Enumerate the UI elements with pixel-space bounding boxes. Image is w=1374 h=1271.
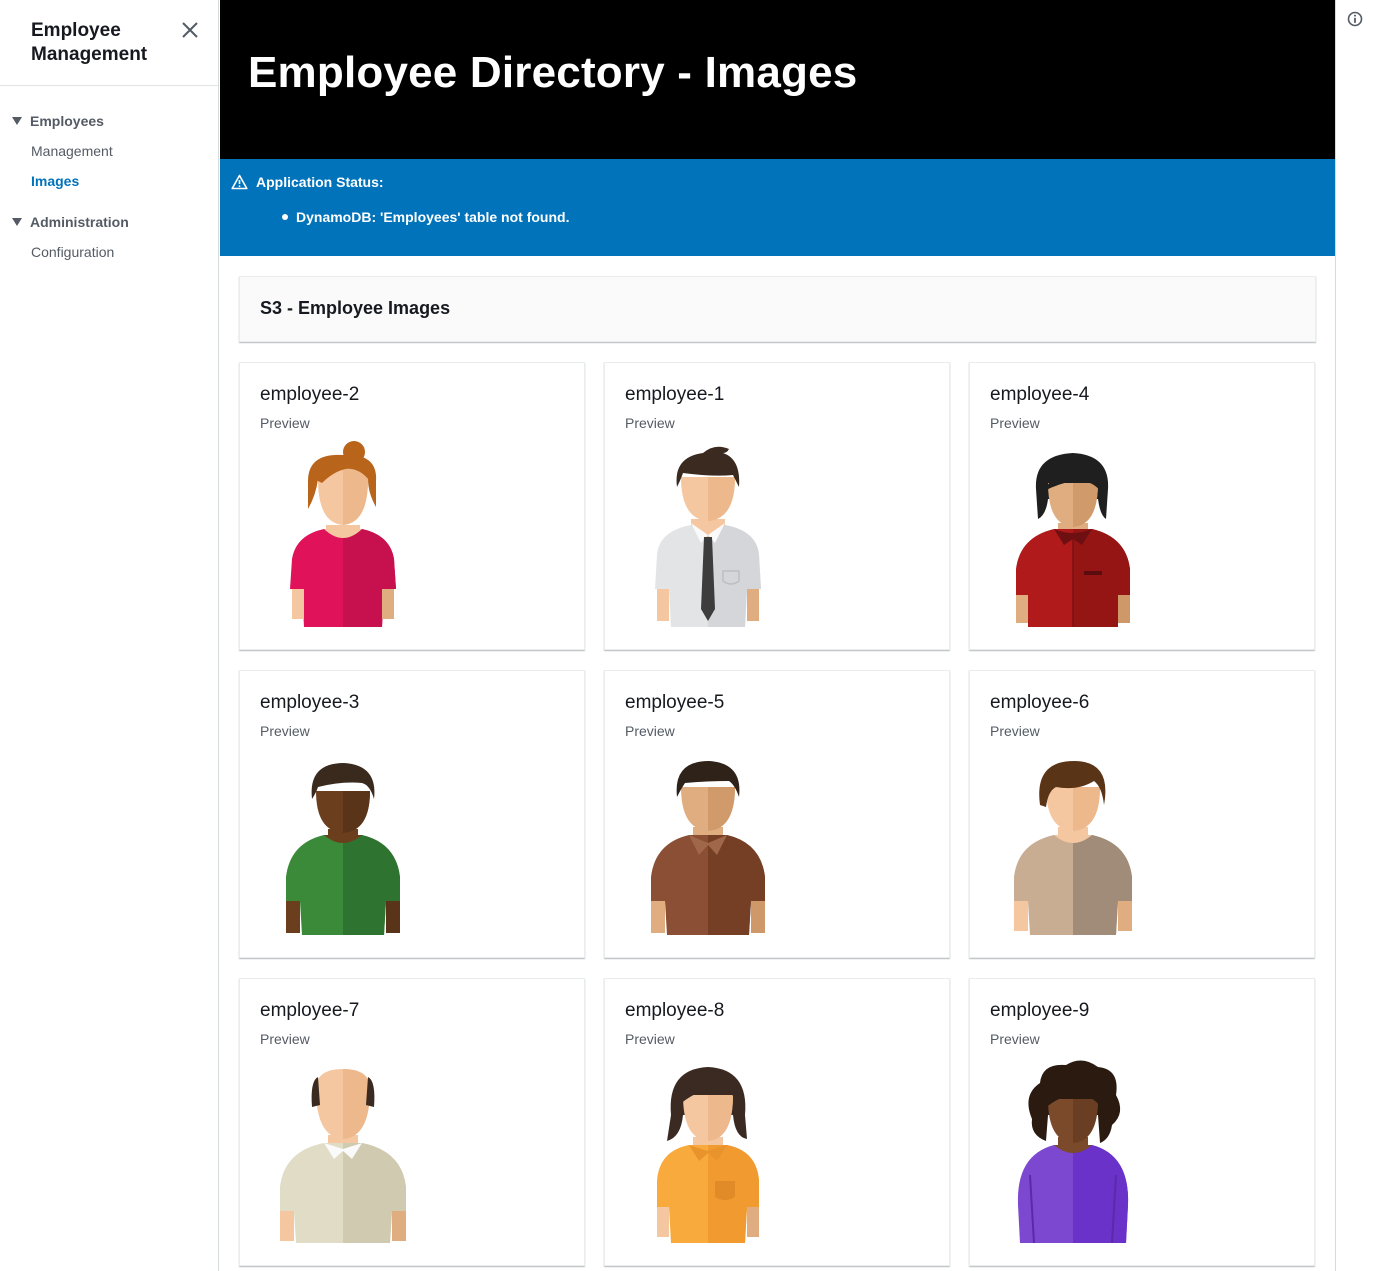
image-card[interactable]: employee-9 Preview bbox=[969, 978, 1315, 1266]
nav-section-label: Employees bbox=[30, 113, 104, 129]
card-subtitle: Preview bbox=[260, 415, 310, 431]
man-avatar-icon bbox=[651, 761, 765, 935]
nav-section-administration[interactable]: Administration bbox=[0, 211, 218, 233]
nav-section-label: Administration bbox=[30, 214, 129, 230]
card-title: employee-2 bbox=[260, 384, 360, 405]
image-card[interactable]: employee-1 Preview bbox=[604, 362, 950, 650]
woman-avatar-icon bbox=[1016, 453, 1130, 627]
card-title: employee-6 bbox=[990, 692, 1090, 713]
panel-title: S3 - Employee Images bbox=[260, 298, 451, 318]
caret-down-icon bbox=[12, 218, 22, 226]
man-avatar-icon bbox=[286, 763, 400, 935]
nav-link-configuration[interactable]: Configuration bbox=[0, 237, 218, 267]
card-title: employee-5 bbox=[625, 692, 725, 713]
man-avatar-icon bbox=[655, 446, 761, 627]
flash-item: DynamoDB: 'Employees' table not found. bbox=[231, 209, 1335, 225]
nav-section-employees[interactable]: Employees bbox=[0, 110, 218, 132]
card-subtitle: Preview bbox=[260, 1031, 310, 1047]
flash-item-text: DynamoDB: 'Employees' table not found. bbox=[296, 209, 570, 225]
card-subtitle: Preview bbox=[625, 415, 675, 431]
card-subtitle: Preview bbox=[260, 723, 310, 739]
card-title: employee-4 bbox=[990, 384, 1090, 405]
card-subtitle: Preview bbox=[625, 723, 675, 739]
status-flashbar: Application Status: DynamoDB: 'Employees… bbox=[220, 159, 1335, 256]
image-card[interactable]: employee-5 Preview bbox=[604, 670, 950, 958]
app-root: Employee Management Employees Management… bbox=[0, 0, 1374, 1271]
woman-avatar-icon bbox=[1017, 1060, 1129, 1243]
card-title: employee-7 bbox=[260, 1000, 360, 1021]
tools-panel bbox=[1335, 0, 1374, 1271]
flash-header: Application Status: bbox=[231, 174, 1335, 190]
card-title: employee-9 bbox=[990, 1000, 1090, 1021]
card-title: employee-3 bbox=[260, 692, 360, 713]
warning-icon bbox=[231, 174, 248, 190]
nav-link-images[interactable]: Images bbox=[0, 166, 218, 196]
image-card[interactable]: employee-8 Preview bbox=[604, 978, 950, 1266]
man-avatar-icon bbox=[280, 1069, 406, 1243]
info-icon[interactable] bbox=[1347, 11, 1363, 27]
image-card[interactable]: employee-6 Preview bbox=[969, 670, 1315, 958]
sidebar-title[interactable]: Employee Management bbox=[31, 19, 181, 67]
nav-link-management[interactable]: Management bbox=[0, 136, 218, 166]
side-navigation: Employee Management Employees Management… bbox=[0, 0, 219, 1271]
main-content: Employee Directory - Images Application … bbox=[220, 0, 1335, 1271]
bullet-icon bbox=[282, 214, 288, 220]
card-subtitle: Preview bbox=[625, 1031, 675, 1047]
nav-list: Employees Management Images Administrati… bbox=[0, 86, 218, 267]
man-avatar-icon bbox=[1014, 761, 1132, 935]
image-card[interactable]: employee-4 Preview bbox=[969, 362, 1315, 650]
image-card[interactable]: employee-2 Preview bbox=[239, 362, 585, 650]
page-header: Employee Directory - Images bbox=[220, 0, 1335, 159]
image-card[interactable]: employee-3 Preview bbox=[239, 670, 585, 958]
card-subtitle: Preview bbox=[990, 415, 1040, 431]
content-area: S3 - Employee Images employee-2 Preview bbox=[220, 256, 1335, 1266]
woman-avatar-icon bbox=[290, 441, 396, 627]
close-icon[interactable] bbox=[180, 20, 200, 40]
image-card[interactable]: employee-7 Preview bbox=[239, 978, 585, 1266]
card-subtitle: Preview bbox=[990, 723, 1040, 739]
page-title: Employee Directory - Images bbox=[248, 48, 858, 97]
card-subtitle: Preview bbox=[990, 1031, 1040, 1047]
panel-header: S3 - Employee Images bbox=[239, 276, 1316, 342]
flash-title: Application Status: bbox=[256, 174, 384, 190]
card-title: employee-8 bbox=[625, 1000, 725, 1021]
woman-avatar-icon bbox=[657, 1067, 759, 1243]
sidebar-header: Employee Management bbox=[0, 0, 218, 86]
card-title: employee-1 bbox=[625, 384, 725, 405]
image-card-grid: employee-2 Preview employee-1 Preview em… bbox=[239, 362, 1316, 1266]
caret-down-icon bbox=[12, 117, 22, 125]
